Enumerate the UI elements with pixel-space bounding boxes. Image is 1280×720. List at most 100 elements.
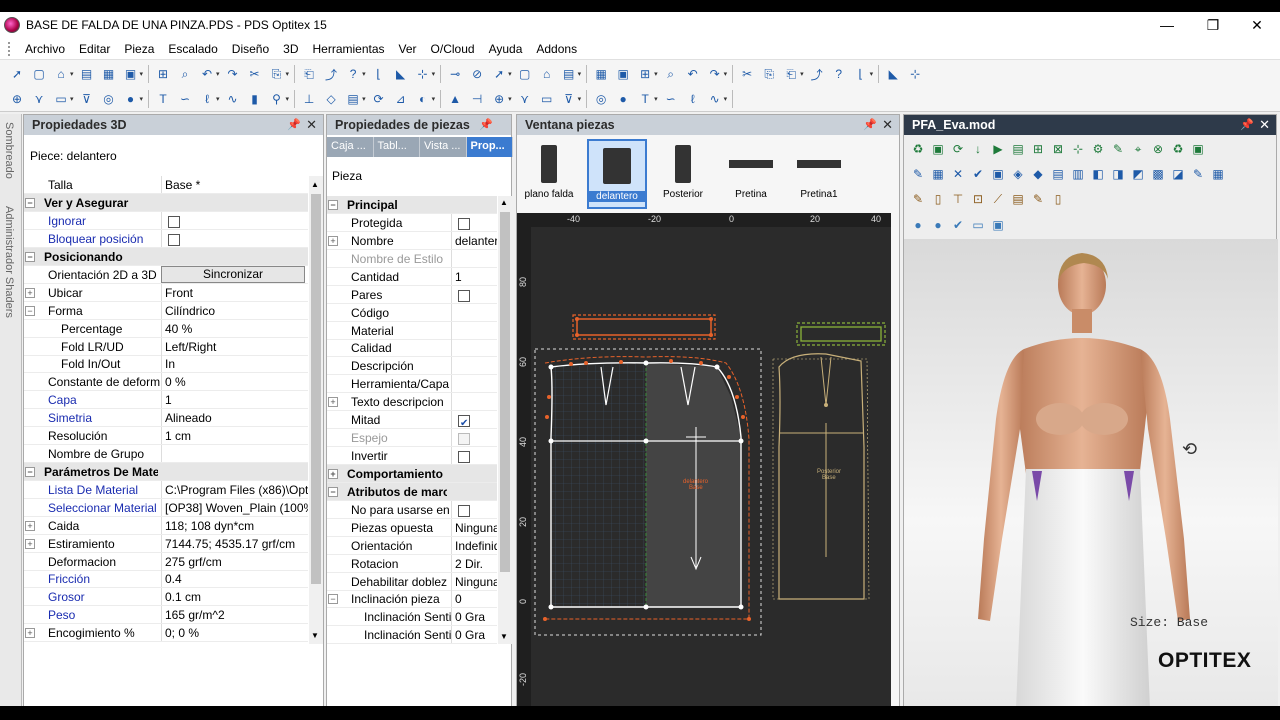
menu-editar[interactable]: Editar xyxy=(72,38,117,60)
toolbar-tool-icon[interactable]: ↷ xyxy=(224,65,242,83)
thumb-posterior[interactable]: Posterior xyxy=(653,139,713,209)
property-value[interactable]: 0 % xyxy=(161,373,308,392)
toolbar-3d-icon[interactable]: ⊹ xyxy=(1069,140,1087,158)
side-tab-sombreado[interactable]: Sombreado xyxy=(3,122,15,179)
menu-pieza[interactable]: Pieza xyxy=(117,38,161,60)
toolbar-tool-icon[interactable]: T xyxy=(154,90,172,108)
toolbar-tool-icon[interactable]: ⌕ xyxy=(662,65,680,83)
toolbar-tool-icon[interactable]: ∿ xyxy=(224,90,242,108)
tab-vista[interactable]: Vista ... xyxy=(420,137,467,157)
property-value[interactable]: Base * xyxy=(161,176,308,194)
expand-icon[interactable]: + xyxy=(25,628,35,639)
toolbar-tool-icon[interactable]: ? xyxy=(344,65,362,83)
toolbar-3d-icon[interactable]: ✎ xyxy=(909,165,927,183)
toolbar-tool-icon[interactable]: ⊿ xyxy=(392,90,410,108)
scrollbar[interactable]: ▲ ▼ xyxy=(498,196,512,644)
property-value[interactable] xyxy=(451,303,497,322)
property-value[interactable]: In xyxy=(161,355,308,374)
toolbar-3d-icon[interactable]: ◧ xyxy=(1089,165,1107,183)
toolbar-tool-icon[interactable]: ▤ xyxy=(344,90,362,108)
tab-caja[interactable]: Caja ... xyxy=(327,137,374,157)
property-value[interactable]: 2 Dir. xyxy=(451,554,497,573)
toolbar-3d-icon[interactable]: ▩ xyxy=(1149,165,1167,183)
toolbar-tool-icon[interactable]: ▭ xyxy=(52,90,70,108)
expand-icon[interactable]: + xyxy=(25,520,35,531)
toolbar-tool-icon[interactable]: ⊕ xyxy=(490,90,508,108)
toolbar-tool-icon[interactable]: ⌊ xyxy=(370,65,388,83)
toolbar-3d-icon[interactable]: ⊠ xyxy=(1049,140,1067,158)
toolbar-3d-icon[interactable]: ✎ xyxy=(1029,190,1047,208)
toolbar-tool-icon[interactable]: ⎗ xyxy=(300,65,318,83)
property-value[interactable]: Front xyxy=(161,283,308,302)
toolbar-tool-icon[interactable]: ◣ xyxy=(884,65,902,83)
toolbar-tool-icon[interactable]: ▮ xyxy=(246,90,264,108)
property-value[interactable]: 0 xyxy=(451,590,497,609)
scroll-up-icon[interactable]: ▲ xyxy=(500,198,508,207)
dropdown-arrow-icon[interactable]: ▾ xyxy=(578,70,582,78)
property-value[interactable]: C:\Program Files (x86)\Optite xyxy=(161,480,308,499)
close-icon[interactable]: ✕ xyxy=(882,117,893,133)
dropdown-arrow-icon[interactable]: ▾ xyxy=(362,95,366,103)
toolbar-tool-icon[interactable]: ⊹ xyxy=(414,65,432,83)
menu-ayuda[interactable]: Ayuda xyxy=(482,38,530,60)
menu-ocloud[interactable]: O/Cloud xyxy=(424,38,482,60)
dropdown-arrow-icon[interactable]: ▾ xyxy=(216,95,220,103)
toolbar-tool-icon[interactable]: ⊹ xyxy=(906,65,924,83)
menu-herramientas[interactable]: Herramientas xyxy=(305,38,391,60)
expand-icon[interactable]: + xyxy=(25,287,35,298)
toolbar-tool-icon[interactable]: ⎘ xyxy=(760,65,778,83)
toolbar-tool-icon[interactable]: ⊽ xyxy=(560,90,578,108)
property-value[interactable] xyxy=(451,321,497,340)
toolbar-3d-icon[interactable]: ▯ xyxy=(1049,190,1067,208)
toolbar-3d-icon[interactable]: ♻ xyxy=(909,140,927,158)
toolbar-tool-icon[interactable]: ⌂ xyxy=(538,65,556,83)
toolbar-3d-icon[interactable]: ▭ xyxy=(969,216,987,234)
dropdown-arrow-icon[interactable]: ▾ xyxy=(70,95,74,103)
toolbar-tool-icon[interactable]: ⊕ xyxy=(8,90,26,108)
toolbar-tool-icon[interactable]: ▢ xyxy=(516,65,534,83)
toolbar-3d-icon[interactable]: ♻ xyxy=(1169,140,1187,158)
waistband-front[interactable] xyxy=(572,314,716,340)
toolbar-tool-icon[interactable]: ◎ xyxy=(100,90,118,108)
property-value[interactable]: 7144.75; 4535.17 grf/cm xyxy=(161,534,308,553)
toolbar-tool-icon[interactable]: ⌊ xyxy=(852,65,870,83)
toolbar-3d-icon[interactable]: ✎ xyxy=(1189,165,1207,183)
toolbar-3d-icon[interactable]: ✔ xyxy=(949,216,967,234)
toolbar-3d-icon[interactable]: ▤ xyxy=(1009,190,1027,208)
menu-escalado[interactable]: Escalado xyxy=(161,38,224,60)
dropdown-arrow-icon[interactable]: ▾ xyxy=(578,95,582,103)
pin-icon[interactable]: 📌 xyxy=(287,118,301,131)
toolbar-tool-icon[interactable]: ⤴ xyxy=(808,65,826,83)
dropdown-arrow-icon[interactable]: ▾ xyxy=(508,70,512,78)
property-checkbox[interactable] xyxy=(451,446,497,465)
property-button-cell[interactable]: Sincronizar xyxy=(161,265,308,284)
toolbar-tool-icon[interactable]: ▦ xyxy=(100,65,118,83)
toolbar-tool-icon[interactable]: ↷ xyxy=(706,65,724,83)
toolbar-tool-icon[interactable]: ➚ xyxy=(490,65,508,83)
pin-icon[interactable]: 📌 xyxy=(863,118,877,131)
toolbar-tool-icon[interactable]: ℓ xyxy=(684,90,702,108)
dropdown-arrow-icon[interactable]: ▾ xyxy=(362,70,366,78)
pattern-canvas[interactable]: -40 -20 0 20 40 80 60 40 20 0 -20 delant… xyxy=(517,213,891,709)
toolbar-tool-icon[interactable]: ⌕ xyxy=(176,65,194,83)
property-value[interactable]: 0 Gra xyxy=(451,626,497,644)
toolbar-tool-icon[interactable]: ↶ xyxy=(198,65,216,83)
toolbar-3d-icon[interactable]: ▦ xyxy=(929,165,947,183)
piece-posterior[interactable]: Posterior Base xyxy=(772,353,870,600)
property-value[interactable]: Left/Right xyxy=(161,337,308,356)
scroll-up-icon[interactable]: ▲ xyxy=(311,180,319,189)
property-category[interactable]: − Posicionando xyxy=(24,247,308,266)
checkbox[interactable] xyxy=(458,289,470,302)
checkbox[interactable] xyxy=(168,215,180,228)
property-value[interactable]: 275 grf/cm xyxy=(161,552,308,571)
toolbar-tool-icon[interactable]: ℓ xyxy=(198,90,216,108)
dropdown-arrow-icon[interactable]: ▾ xyxy=(654,70,658,78)
side-tab-shaders[interactable]: Administrador Shaders xyxy=(3,206,15,318)
tab-tabla[interactable]: Tabl... xyxy=(374,137,420,157)
property-value[interactable]: 165 gr/m^2 xyxy=(161,606,308,625)
toolbar-3d-icon[interactable]: ◆ xyxy=(1029,165,1047,183)
toolbar-tool-icon[interactable]: ⎗ xyxy=(782,65,800,83)
dropdown-arrow-icon[interactable]: ▾ xyxy=(70,70,74,78)
property-value[interactable]: 40 % xyxy=(161,319,308,338)
menu-addons[interactable]: Addons xyxy=(529,38,584,60)
